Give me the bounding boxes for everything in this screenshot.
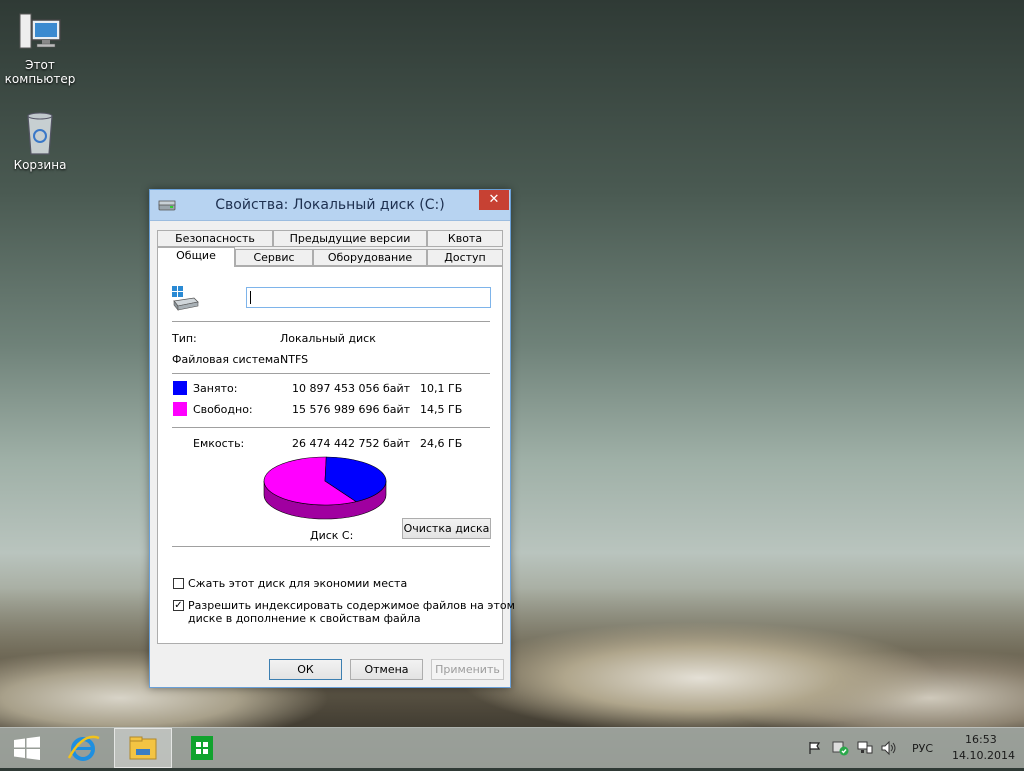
used-label: Занято:: [193, 382, 238, 395]
compress-checkbox[interactable]: [173, 578, 184, 589]
desktop-icon-this-pc[interactable]: Этот компьютер: [0, 8, 80, 86]
capacity-bytes: 26 474 442 752 байт: [292, 437, 411, 450]
clock-time[interactable]: 16:53: [965, 733, 997, 746]
desktop-icon-label: Этот: [25, 58, 55, 72]
general-tab-panel: Тип: Локальный диск Файловая система: NT…: [157, 266, 515, 644]
taskbar-ie[interactable]: [57, 728, 113, 768]
tab-previous-versions[interactable]: Предыдущие версии: [273, 230, 427, 247]
start-button[interactable]: [0, 728, 56, 768]
type-label: Тип:: [172, 332, 197, 345]
action-center-flag-icon[interactable]: [808, 741, 822, 755]
disk-label: Диск C:: [310, 529, 354, 542]
free-gb: 14,5 ГБ: [420, 403, 463, 416]
text-caret: [250, 291, 251, 304]
capacity-label: Емкость:: [193, 437, 245, 450]
properties-window: Свойства: Локальный диск (C:) ✕ Безопасн…: [149, 189, 515, 688]
disk-usage-pie-chart: [263, 456, 387, 520]
language-indicator[interactable]: РУС: [912, 742, 933, 755]
type-value: Локальный диск: [280, 332, 376, 345]
tab-general[interactable]: Общие: [157, 247, 235, 267]
taskbar: РУС 16:53 14.10.2014: [0, 727, 1024, 768]
volume-icon[interactable]: [880, 740, 898, 756]
index-label: Разрешить индексировать содержимое файло…: [188, 599, 515, 612]
desktop-icon-recycle-bin[interactable]: Корзина: [0, 108, 80, 172]
free-bytes: 15 576 989 696 байт: [292, 403, 411, 416]
clock-date[interactable]: 14.10.2014: [952, 749, 1015, 762]
windows-logo-icon: [14, 736, 40, 760]
window-title: Свойства: Локальный диск (C:): [215, 197, 445, 213]
taskbar-store[interactable]: [174, 728, 230, 768]
disk-cleanup-button[interactable]: Очистка диска: [402, 518, 491, 539]
computer-icon: [16, 8, 64, 56]
network-icon[interactable]: [856, 740, 874, 756]
filesystem-value: NTFS: [280, 353, 309, 366]
title-bar[interactable]: Свойства: Локальный диск (C:) ✕: [150, 190, 510, 221]
tab-security[interactable]: Безопасность: [157, 230, 273, 247]
windows-drive-icon: [170, 284, 200, 312]
desktop-icon-label: компьютер: [4, 72, 76, 86]
divider: [172, 373, 490, 374]
ok-button[interactable]: ОК: [269, 659, 342, 680]
index-checkbox[interactable]: ✓: [173, 600, 184, 611]
divider: [172, 546, 490, 547]
drive-name-input[interactable]: [246, 287, 491, 308]
taskbar-explorer-active[interactable]: [114, 728, 172, 768]
compress-label: Сжать этот диск для экономии места: [188, 577, 408, 590]
used-color-swatch: [173, 381, 187, 395]
filesystem-label: Файловая система:: [172, 353, 284, 366]
index-label-continued: диске в дополнение к свойствам файла: [188, 612, 421, 625]
close-button[interactable]: ✕: [479, 190, 509, 210]
divider: [172, 427, 490, 428]
tab-service[interactable]: Сервис: [235, 249, 313, 266]
cancel-button[interactable]: Отмена: [350, 659, 423, 680]
store-icon: [191, 736, 213, 760]
free-label: Свободно:: [193, 403, 253, 416]
free-color-swatch: [173, 402, 187, 416]
capacity-gb: 24,6 ГБ: [420, 437, 463, 450]
security-check-icon[interactable]: [832, 740, 850, 756]
used-gb: 10,1 ГБ: [420, 382, 463, 395]
tab-quota[interactable]: Квота: [427, 230, 503, 247]
apply-button[interactable]: Применить: [431, 659, 504, 680]
tab-hardware[interactable]: Оборудование: [313, 249, 427, 266]
tab-sharing[interactable]: Доступ: [427, 249, 503, 266]
divider: [172, 321, 490, 322]
used-bytes: 10 897 453 056 байт: [292, 382, 411, 395]
recycle-bin-icon: [16, 108, 64, 156]
internet-explorer-icon: [67, 735, 100, 761]
file-explorer-icon: [129, 736, 157, 760]
desktop-icon-label: Корзина: [13, 158, 67, 172]
